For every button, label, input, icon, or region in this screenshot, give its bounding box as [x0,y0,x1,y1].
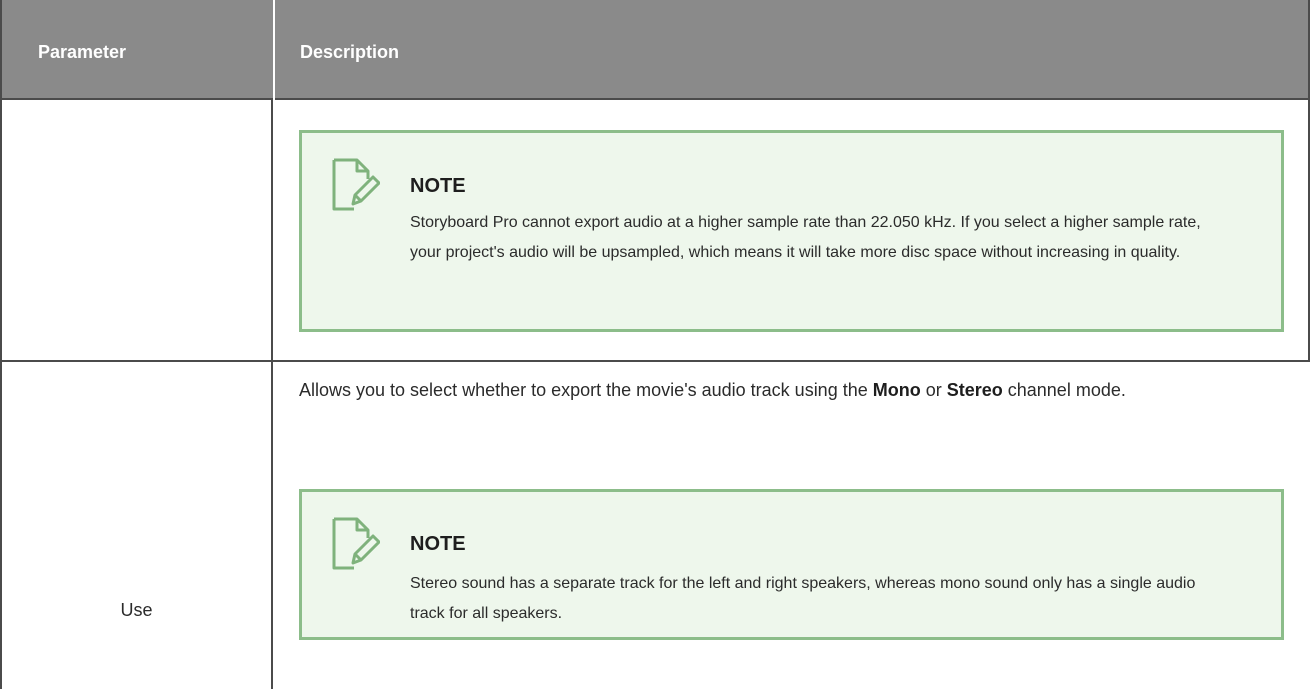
table-column-divider [271,100,273,689]
table-row-divider [0,360,1310,362]
note-title: NOTE [410,533,466,555]
note-edit-icon [330,516,381,571]
note-title: NOTE [410,175,466,197]
parameter-table: Parameter Description NOTE Storyboard Pr… [0,0,1310,689]
stereo-term: Stereo [946,380,1003,400]
description-text: or [920,380,947,400]
table-header: Parameter Description [0,0,1310,100]
note-box: NOTE Storyboard Pro cannot export audio … [299,130,1284,332]
note-box: NOTE Stereo sound has a separate track f… [299,489,1284,640]
note-edit-icon [330,157,381,212]
header-column-divider [273,0,275,100]
note-text: Storyboard Pro cannot export audio at a … [410,214,1201,261]
row-2-description: Allows you to select whether to export t… [299,374,1269,406]
description-text: Allows you to select whether to export t… [299,380,873,400]
description-text: channel mode. [1002,380,1126,400]
header-description: Description [300,42,400,62]
note-text: Stereo sound has a separate track for th… [410,575,1196,622]
mono-term: Mono [872,380,921,400]
header-parameter: Parameter [38,42,127,62]
row-2-parameter: Use [120,600,153,620]
